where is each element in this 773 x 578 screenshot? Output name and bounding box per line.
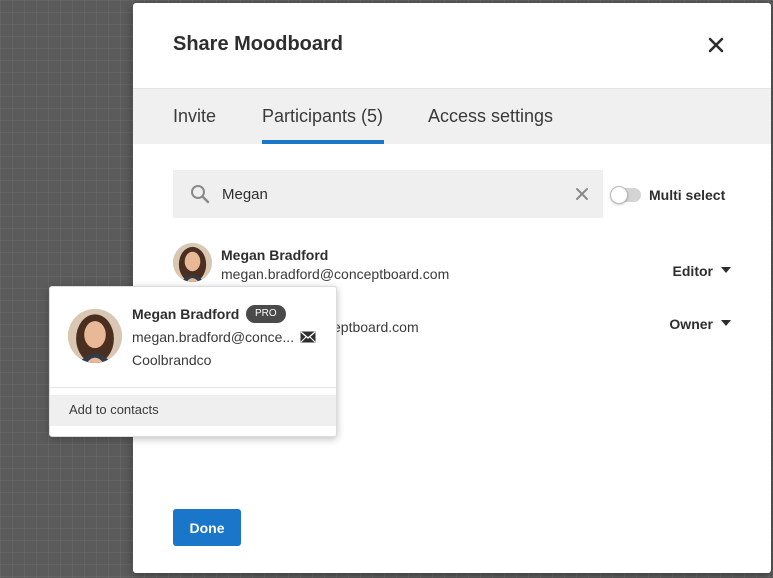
search-input[interactable] bbox=[222, 170, 562, 218]
toggle-knob bbox=[610, 186, 628, 204]
contact-company: Coolbrandco bbox=[132, 352, 212, 368]
divider bbox=[50, 387, 336, 388]
active-tab-indicator bbox=[262, 140, 384, 144]
clear-icon[interactable] bbox=[575, 187, 589, 201]
role-dropdown-owner[interactable]: Owner bbox=[669, 316, 731, 332]
caret-down-icon bbox=[721, 320, 731, 327]
tab-bar: Invite Participants (5) Access settings bbox=[133, 88, 771, 144]
participant-email: megan.bradford@conceptboard.com bbox=[221, 266, 450, 282]
tab-participants[interactable]: Participants (5) bbox=[262, 106, 383, 127]
contact-popover: Megan Bradford PRO megan.bradford@conce.… bbox=[49, 286, 337, 437]
role-label: Editor bbox=[672, 263, 713, 279]
modal-title: Share Moodboard bbox=[173, 33, 344, 55]
pro-badge: PRO bbox=[246, 305, 286, 323]
tab-access-settings[interactable]: Access settings bbox=[428, 106, 553, 127]
contact-name: Megan Bradford bbox=[132, 306, 240, 322]
close-icon[interactable] bbox=[707, 36, 725, 54]
multi-select-toggle[interactable] bbox=[610, 186, 641, 204]
add-to-contacts-label: Add to contacts bbox=[69, 402, 159, 417]
role-label: Owner bbox=[669, 316, 713, 332]
done-button[interactable]: Done bbox=[173, 509, 241, 546]
multi-select-label: Multi select bbox=[649, 187, 726, 203]
avatar[interactable] bbox=[173, 243, 212, 282]
caret-down-icon bbox=[721, 267, 731, 274]
tab-invite[interactable]: Invite bbox=[173, 106, 216, 127]
participant-email-visible: eptboard.com bbox=[333, 319, 419, 335]
contact-email: megan.bradford@conce... bbox=[132, 329, 295, 345]
envelope-icon[interactable] bbox=[300, 331, 316, 343]
participant-name: Megan Bradford bbox=[221, 247, 329, 263]
search-box bbox=[173, 170, 603, 218]
search-icon bbox=[191, 185, 210, 204]
avatar bbox=[68, 309, 122, 363]
add-to-contacts-button[interactable]: Add to contacts bbox=[50, 395, 336, 426]
role-dropdown-editor[interactable]: Editor bbox=[673, 263, 731, 279]
